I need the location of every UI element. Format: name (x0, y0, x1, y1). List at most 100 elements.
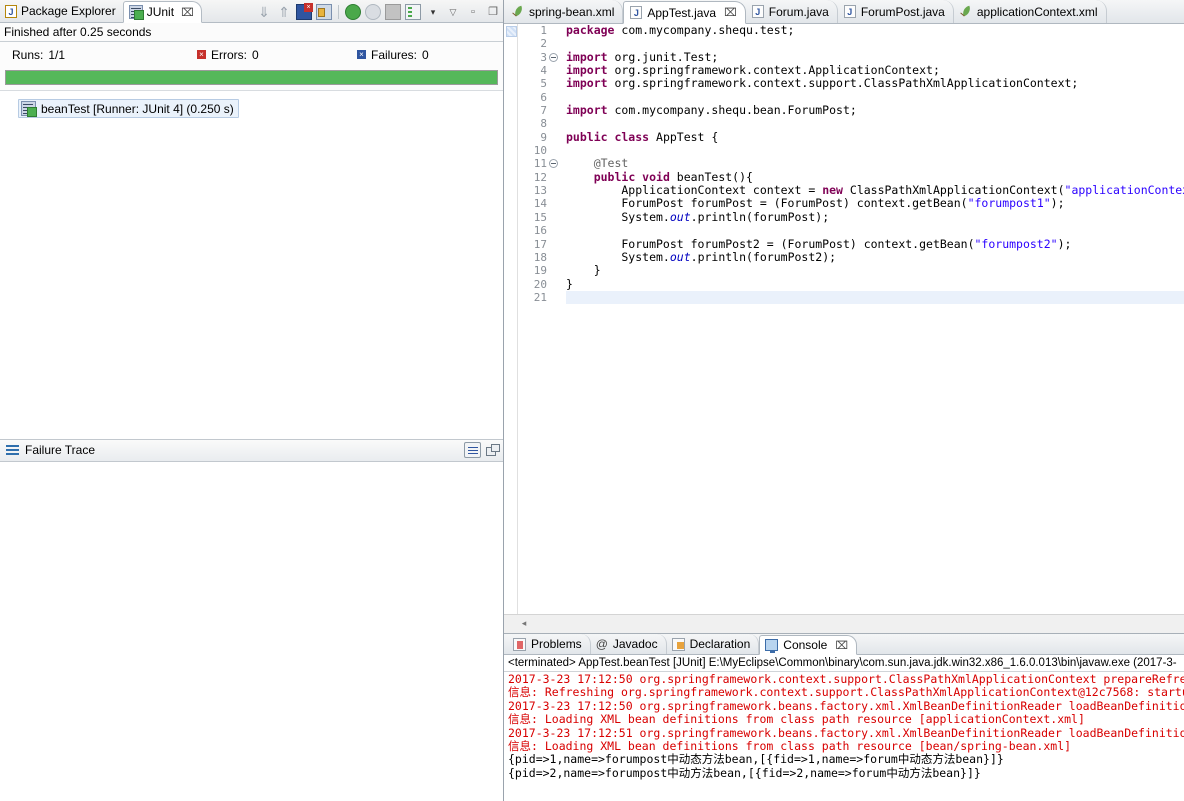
code-line[interactable] (566, 144, 1184, 157)
junit-test-tree[interactable]: beanTest [Runner: JUnit 4] (0.250 s) (0, 90, 503, 439)
editor-tab-spring-bean-xml[interactable]: spring-bean.xml (506, 0, 624, 23)
previous-failure-icon[interactable]: ⇑ (276, 4, 292, 20)
code-line[interactable]: import com.mycompany.shequ.bean.ForumPos… (566, 103, 1184, 117)
code-line[interactable]: package com.mycompany.shequ.test; (566, 24, 1184, 37)
line-number: 18 (533, 250, 547, 264)
code-line[interactable]: } (566, 264, 1184, 277)
code-line[interactable] (566, 91, 1184, 104)
folding-ruler[interactable] (552, 24, 564, 614)
runs-counter: Runs: 1/1 (12, 48, 197, 62)
maximize-icon[interactable]: ❐ (485, 4, 501, 20)
stop-icon[interactable] (385, 4, 401, 20)
code-token: "applicationContext.xml" (1064, 183, 1184, 198)
line-number: 21 (533, 290, 547, 304)
code-line[interactable]: public class AppTest { (566, 130, 1184, 144)
code-line[interactable]: ForumPost forumPost2 = (ForumPost) conte… (566, 237, 1184, 251)
editor-horizontal-scrollbar[interactable]: ◂ (504, 614, 1184, 631)
code-line[interactable]: System.out.println(forumPost2); (566, 250, 1184, 264)
code-line[interactable] (566, 290, 1184, 305)
view-tab-junit[interactable]: JUnit ⌧ (122, 1, 202, 23)
console-tab-declaration[interactable]: Declaration (667, 634, 760, 654)
code-token: public void (593, 169, 677, 184)
console-tab-label: Console (783, 638, 828, 652)
code-token: import (566, 63, 615, 78)
editor-marker-column[interactable] (504, 24, 518, 614)
filter-stack-trace-icon[interactable] (464, 442, 481, 458)
failures-counter: Failures: 0 (357, 48, 429, 62)
junit-view-tabbar: Package Explorer JUnit ⌧ ⇓ ⇑ × (0, 0, 503, 23)
code-token: import (566, 49, 615, 64)
junit-view: Package Explorer JUnit ⌧ ⇓ ⇑ × (0, 0, 504, 801)
code-token: package (566, 24, 622, 37)
next-failure-icon[interactable]: ⇓ (256, 4, 272, 20)
junit-progress-bar (5, 70, 498, 85)
console-line: {pid=>1,name=>forumpost中动态方法bean,[{fid=>… (508, 752, 1004, 767)
test-run-history-icon[interactable] (405, 4, 421, 20)
junit-counters: Runs: 1/1 Errors: 0 Failures: 0 (0, 42, 503, 67)
minimize-icon[interactable]: ▽ (445, 4, 461, 20)
code-line[interactable] (566, 224, 1184, 237)
close-icon[interactable]: ⌧ (181, 6, 194, 19)
line-number: 15 (533, 210, 547, 224)
declaration-icon (671, 637, 685, 651)
xml-file-icon (960, 6, 972, 18)
code-line[interactable]: ForumPost forumPost = (ForumPost) contex… (566, 197, 1184, 210)
code-line[interactable] (566, 37, 1184, 50)
code-token: } (566, 276, 573, 291)
code-line[interactable]: import org.springframework.context.Appli… (566, 63, 1184, 78)
editor-tab-label: ForumPost.java (860, 4, 945, 19)
scroll-lock-icon[interactable] (316, 4, 332, 20)
console-process-header: <terminated> AppTest.beanTest [JUnit] E:… (504, 655, 1184, 672)
fold-collapse-icon[interactable] (549, 52, 558, 62)
maximize-failure-trace-icon[interactable] (486, 444, 500, 456)
editor-tab-applicationcontext-xml[interactable]: applicationContext.xml (954, 0, 1107, 23)
test-tree-item-label: beanTest [Runner: JUnit 4] (0.250 s) (41, 101, 234, 116)
failure-trace-menu-icon[interactable] (6, 444, 19, 456)
editor-body[interactable]: 1 2 3 4 5 6 7 8 9 10 11 12 13 14 15 16 17 18 19 20 21 packag… (504, 24, 1184, 614)
close-icon[interactable]: ⌧ (835, 639, 848, 652)
code-line[interactable]: System.out.println(forumPost); (566, 209, 1184, 224)
line-number: 10 (533, 144, 547, 158)
line-number: 17 (533, 237, 547, 251)
java-file-icon (843, 5, 856, 18)
eclipse-workbench: Package Explorer JUnit ⌧ ⇓ ⇑ × (0, 0, 1184, 801)
errors-label: Errors: (211, 47, 247, 62)
code-token: out (669, 209, 691, 224)
view-tab-package-explorer[interactable]: Package Explorer (0, 0, 123, 22)
console-tab-problems[interactable]: Problems (508, 634, 591, 654)
code-line[interactable]: ApplicationContext context = new ClassPa… (566, 183, 1184, 198)
editor-tab-apptest-java[interactable]: AppTest.java ⌧ (623, 1, 746, 24)
error-icon (197, 50, 206, 59)
rerun-test-icon[interactable] (345, 4, 361, 20)
test-passed-icon (21, 101, 37, 117)
scroll-left-icon[interactable]: ◂ (504, 618, 544, 629)
view-menu-chevron-icon[interactable]: ▾ (425, 4, 441, 20)
line-number: 3 (518, 51, 558, 64)
line-number: 20 (533, 277, 547, 291)
code-line[interactable]: import org.junit.Test; (566, 49, 1184, 64)
console-tab-javadoc[interactable]: @ Javadoc (591, 634, 667, 654)
console-tab-label: Declaration (689, 637, 751, 651)
code-token: org.junit.Test; (614, 49, 719, 64)
code-line[interactable]: } (566, 276, 1184, 291)
editor-tab-label: spring-bean.xml (529, 4, 615, 19)
code-line[interactable]: public void beanTest(){ (566, 169, 1184, 184)
console-tab-label: Javadoc (612, 637, 658, 651)
test-tree-item[interactable]: beanTest [Runner: JUnit 4] (0.250 s) (18, 99, 239, 118)
code-line[interactable] (566, 117, 1184, 130)
junit-progress-wrap (0, 67, 503, 90)
restore-icon[interactable]: ▫ (465, 4, 481, 20)
console-tab-console[interactable]: Console ⌧ (759, 635, 857, 655)
code-token: com.mycompany.shequ.test; (621, 24, 795, 37)
rerun-failed-tests-icon[interactable] (365, 4, 381, 20)
editor-tab-forum-java[interactable]: Forum.java (746, 0, 838, 23)
console-output[interactable]: 2017-3-23 17:12:50 org.springframework.c… (504, 672, 1184, 801)
close-icon[interactable]: ⌧ (724, 6, 737, 19)
editor-tab-forumpost-java[interactable]: ForumPost.java (838, 0, 954, 23)
code-line[interactable]: @Test (566, 157, 1184, 170)
show-failures-only-icon[interactable]: × (296, 3, 313, 20)
editor-code-text[interactable]: package com.mycompany.shequ.test; import… (564, 24, 1184, 614)
code-line[interactable]: import org.springframework.context.suppo… (566, 77, 1184, 90)
code-token: new (822, 183, 850, 198)
java-file-icon (751, 5, 764, 18)
